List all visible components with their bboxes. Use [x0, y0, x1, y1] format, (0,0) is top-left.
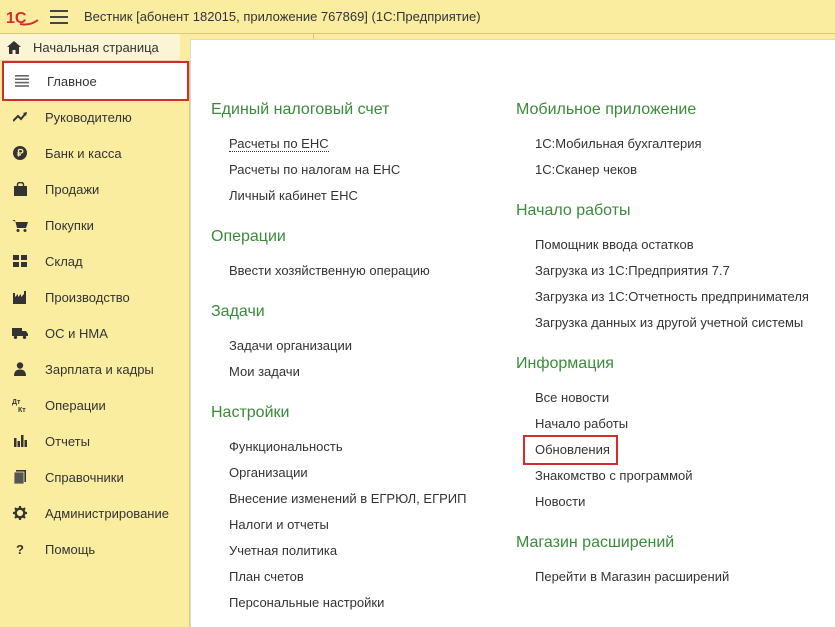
sections-panel: Главное Руководителю Банк и касса Продаж… [0, 61, 190, 627]
ruble-icon [12, 145, 28, 161]
sidebar-item-label: Производство [45, 289, 130, 305]
link-ens-settlements[interactable]: Расчеты по ЕНС [229, 136, 329, 152]
sidebar-item-administration[interactable]: Администрирование [0, 495, 190, 531]
link-enter-operation[interactable]: Ввести хозяйственную операцию [229, 263, 430, 278]
sidebar-item-operations[interactable]: Дт Кт Операции [0, 387, 190, 423]
section-title-tasks: Задачи [211, 303, 265, 320]
section-title-getting-started: Начало работы [516, 202, 631, 219]
section-title-information: Информация [516, 355, 614, 372]
sidebar-item-label: Операции [45, 397, 106, 413]
link-all-news[interactable]: Все новости [535, 390, 609, 405]
tab-strip-spacer [180, 34, 190, 61]
home-page-tab[interactable]: Начальная страница [0, 34, 190, 61]
link-import-other[interactable]: Загрузка данных из другой учетной систем… [535, 315, 803, 330]
link-chart-of-accounts[interactable]: План счетов [229, 569, 304, 584]
link-org-tasks[interactable]: Задачи организации [229, 338, 352, 353]
link-import-entrepreneur[interactable]: Загрузка из 1С:Отчетность предпринимател… [535, 289, 809, 304]
svg-text:Дт: Дт [12, 399, 21, 406]
link-organizations[interactable]: Организации [229, 465, 308, 480]
sidebar-item-purchases[interactable]: Покупки [0, 207, 190, 243]
person-icon [12, 361, 28, 377]
sidebar-item-manager[interactable]: Руководителю [0, 99, 190, 135]
sidebar-item-reports[interactable]: Отчеты [0, 423, 190, 459]
link-getting-started[interactable]: Начало работы [535, 416, 628, 431]
factory-icon [12, 289, 28, 305]
svg-text:?: ? [16, 542, 24, 556]
sidebar-item-label: ОС и НМА [45, 325, 108, 341]
sidebar-item-sales[interactable]: Продажи [0, 171, 190, 207]
sidebar-item-bank[interactable]: Банк и касса [0, 135, 190, 171]
sidebar-item-label: Помощь [45, 541, 96, 557]
sidebar-item-label: Склад [45, 253, 83, 269]
sidebar-item-label: Покупки [45, 217, 94, 233]
sidebar-item-label: Зарплата и кадры [45, 361, 154, 377]
sidebar-item-directories[interactable]: Справочники [0, 459, 190, 495]
sidebar-item-main[interactable]: Главное [2, 61, 189, 101]
sidebar-item-label: Отчеты [45, 433, 90, 449]
section-title-extensions-store: Магазин расширений [516, 534, 675, 551]
svg-text:Кт: Кт [18, 407, 26, 413]
link-extensions-store[interactable]: Перейти в Магазин расширений [535, 569, 729, 584]
title-bar: 1С Вестник [абонент 182015, приложение 7… [0, 0, 835, 34]
sidebar-item-label: Банк и касса [45, 145, 122, 161]
main-menu-button[interactable] [50, 9, 68, 24]
sidebar-item-production[interactable]: Производство [0, 279, 190, 315]
sidebar-item-label: Справочники [45, 469, 124, 485]
dt-kt-icon: Дт Кт [12, 397, 28, 413]
1c-logo: 1С [6, 7, 40, 27]
link-news[interactable]: Новости [535, 494, 585, 509]
question-icon: ? [12, 541, 28, 557]
sidebar-item-label: Главное [47, 73, 97, 89]
link-my-tasks[interactable]: Мои задачи [229, 364, 300, 379]
window-title: Вестник [абонент 182015, приложение 7678… [84, 9, 481, 24]
link-ens-taxes[interactable]: Расчеты по налогам на ЕНС [229, 162, 400, 177]
section-title-settings: Настройки [211, 404, 290, 421]
link-egrul-changes[interactable]: Внесение изменений в ЕГРЮЛ, ЕГРИП [229, 491, 466, 506]
list-icon [14, 73, 30, 89]
trend-icon [12, 109, 28, 125]
link-personal-settings[interactable]: Персональные настройки [229, 595, 384, 610]
sidebar-item-fixed-assets[interactable]: ОС и НМА [0, 315, 190, 351]
link-mobile-accounting[interactable]: 1С:Мобильная бухгалтерия [535, 136, 702, 151]
gear-icon [12, 505, 28, 521]
cart-icon [12, 217, 28, 233]
sidebar-item-help[interactable]: ? Помощь [0, 531, 190, 567]
sidebar-item-label: Администрирование [45, 505, 169, 521]
truck-icon [12, 325, 28, 341]
sidebar-item-warehouse[interactable]: Склад [0, 243, 190, 279]
bag-icon [12, 181, 28, 197]
link-taxes-reports[interactable]: Налоги и отчеты [229, 517, 329, 532]
sidebar-item-label: Руководителю [45, 109, 132, 125]
link-accounting-policy[interactable]: Учетная политика [229, 543, 337, 558]
sidebar-item-salary[interactable]: Зарплата и кадры [0, 351, 190, 387]
link-ens-cabinet[interactable]: Личный кабинет ЕНС [229, 188, 358, 203]
section-title-mobile: Мобильное приложение [516, 101, 697, 118]
bar-chart-icon [12, 433, 28, 449]
main-content: Единый налоговый счет Расчеты по ЕНС Рас… [190, 39, 835, 627]
book-icon [12, 469, 28, 485]
home-page-label: Начальная страница [33, 39, 159, 55]
sidebar-item-label: Продажи [45, 181, 100, 197]
section-title-ens: Единый налоговый счет [211, 101, 390, 118]
home-icon [7, 40, 23, 54]
link-balance-assistant[interactable]: Помощник ввода остатков [535, 237, 694, 252]
link-updates[interactable]: Обновления [523, 435, 618, 465]
link-import-77[interactable]: Загрузка из 1С:Предприятия 7.7 [535, 263, 730, 278]
link-introduction[interactable]: Знакомство с программой [535, 468, 693, 483]
section-title-operations: Операции [211, 228, 286, 245]
grid-icon [12, 253, 28, 269]
link-receipt-scanner[interactable]: 1С:Сканер чеков [535, 162, 637, 177]
link-functionality[interactable]: Функциональность [229, 439, 343, 454]
